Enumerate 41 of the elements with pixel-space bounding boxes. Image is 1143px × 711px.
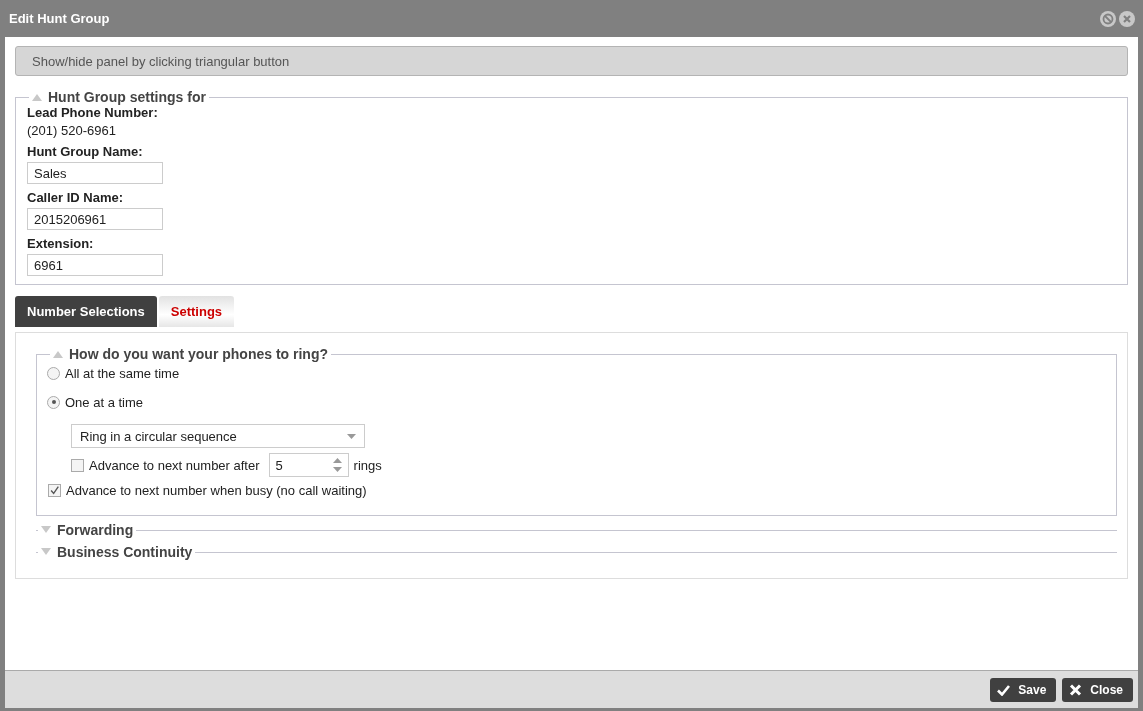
minimize-icon[interactable] bbox=[1100, 10, 1116, 27]
info-bar: Show/hide panel by clicking triangular button bbox=[15, 46, 1128, 76]
close-button[interactable]: Close bbox=[1062, 677, 1133, 702]
radio-button[interactable] bbox=[47, 366, 60, 380]
unit-label: rings bbox=[353, 457, 382, 473]
input-field[interactable]: 2015206961 bbox=[27, 208, 163, 230]
checkmark-icon bbox=[997, 683, 1011, 696]
checkbox[interactable] bbox=[71, 458, 84, 472]
field-value: (201) 520-6961 bbox=[27, 123, 117, 138]
number-spinner[interactable]: 5 bbox=[268, 453, 349, 477]
collapse-triangle-icon[interactable] bbox=[53, 350, 63, 358]
tab[interactable]: Number Selections bbox=[15, 296, 157, 327]
collapse-triangle-icon[interactable] bbox=[32, 93, 42, 101]
field-label: Lead Phone Number: bbox=[27, 105, 159, 120]
window-title: Edit Hunt Group bbox=[9, 11, 110, 26]
caret-icon bbox=[347, 433, 356, 439]
x-icon bbox=[1069, 683, 1083, 696]
expand-triangle-icon[interactable] bbox=[41, 526, 51, 534]
expand-triangle-icon[interactable] bbox=[41, 548, 51, 556]
dropdown[interactable]: Ring in a circular sequence bbox=[71, 424, 365, 448]
checkbox[interactable] bbox=[48, 483, 61, 497]
tab[interactable]: Settings bbox=[158, 296, 235, 327]
checkbox-label: Advance to next number when busy (no call waiting) bbox=[66, 482, 367, 498]
field-label: Caller ID Name: bbox=[27, 190, 125, 205]
spinner-arrows-icon[interactable] bbox=[332, 458, 342, 472]
close-icon[interactable] bbox=[1119, 10, 1135, 27]
field-label: Extension: bbox=[27, 236, 95, 251]
checkbox-label: Advance to next number after bbox=[89, 457, 260, 473]
panel-title: Hunt Group settings for bbox=[48, 89, 206, 105]
spinner-value: 5 bbox=[275, 457, 283, 473]
radio-label: All at the same time bbox=[65, 365, 180, 381]
radio-button[interactable] bbox=[47, 395, 60, 409]
save-button[interactable]: Save bbox=[990, 677, 1057, 702]
section-title: Forwarding bbox=[57, 522, 134, 538]
radio-label: One at a time bbox=[65, 394, 144, 410]
field-label: Hunt Group Name: bbox=[27, 144, 144, 159]
section-title: How do you want your phones to ring? bbox=[69, 346, 328, 362]
input-field[interactable]: 6961 bbox=[27, 254, 163, 276]
dropdown-value: Ring in a circular sequence bbox=[80, 428, 237, 444]
section-title: Business Continuity bbox=[57, 544, 193, 560]
input-field[interactable]: Sales bbox=[27, 162, 163, 184]
